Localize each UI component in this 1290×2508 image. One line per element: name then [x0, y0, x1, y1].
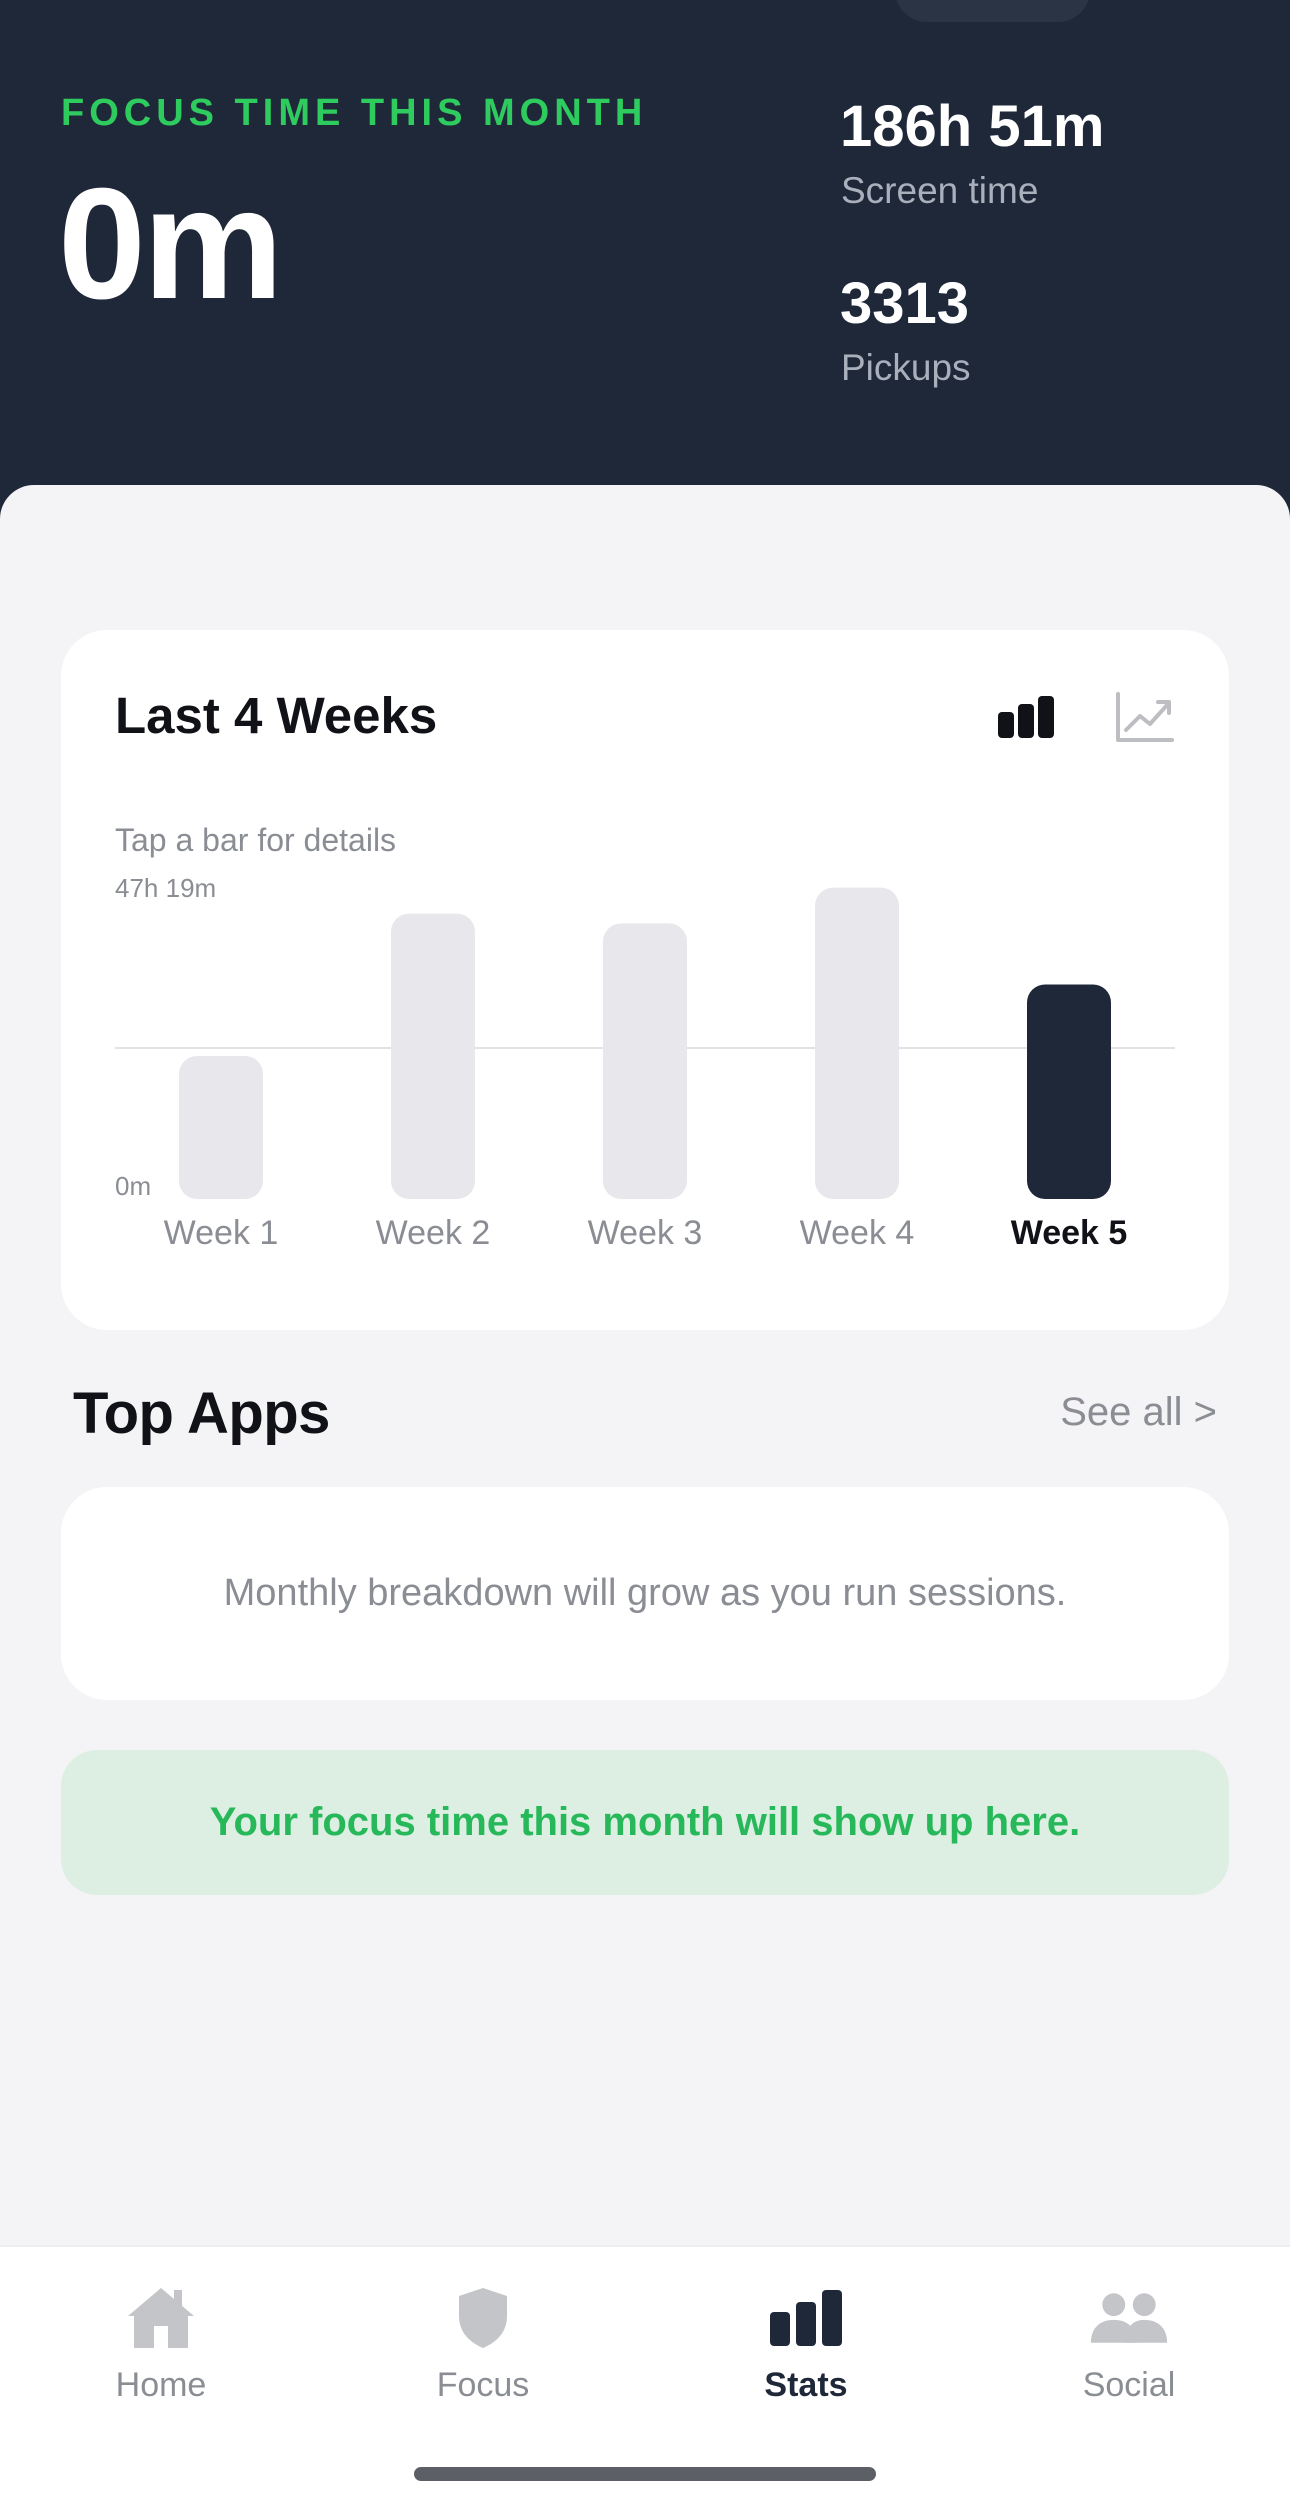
- home-icon: [121, 2282, 201, 2354]
- chart-bar-week-3[interactable]: [603, 923, 687, 1199]
- x-axis-label-week-5: Week 5: [1011, 1214, 1128, 1252]
- pickups-value: 3313: [840, 271, 970, 336]
- tab-home-label: Home: [115, 2366, 207, 2404]
- tab-focus-label: Focus: [436, 2366, 530, 2404]
- top-apps-empty-message: Monthly breakdown will grow as you run s…: [223, 1572, 1067, 1614]
- home-indicator: [414, 2467, 876, 2481]
- tab-social[interactable]: Social: [1009, 2282, 1249, 2412]
- stats-icon: [766, 2282, 846, 2354]
- people-icon: [1089, 2282, 1169, 2354]
- x-axis-label-week-4: Week 4: [800, 1214, 915, 1252]
- shield-icon: [443, 2282, 523, 2354]
- chart-bar-week-1[interactable]: [179, 1056, 263, 1199]
- focus-time-label: FOCUS TIME THIS MONTH: [61, 92, 648, 134]
- pickups-label: Pickups: [841, 347, 971, 388]
- chart-bar-week-4[interactable]: [815, 887, 899, 1199]
- focus-info-banner: Your focus time this month will show up …: [61, 1750, 1229, 1895]
- chart-bar-week-5[interactable]: [1027, 984, 1111, 1199]
- top-apps-card: Monthly breakdown will grow as you run s…: [61, 1487, 1229, 1700]
- focus-time-value: 0m: [58, 156, 283, 332]
- tab-social-label: Social: [1082, 2366, 1176, 2404]
- weekly-bar-chart: Week 1 Week 2 Week 3 Week 4 Week 5: [115, 887, 1175, 1252]
- tab-stats[interactable]: Stats: [686, 2282, 926, 2412]
- screen-time-label: Screen time: [841, 170, 1039, 211]
- tab-home[interactable]: Home: [41, 2282, 281, 2412]
- top-apps-title: Top Apps: [73, 1381, 330, 1446]
- x-axis-label-week-2: Week 2: [376, 1214, 491, 1252]
- screen-time-value: 186h 51m: [840, 94, 1105, 159]
- weekly-chart-card: Last 4 Weeks Tap a bar for details 47h 1…: [61, 630, 1229, 1330]
- tab-focus[interactable]: Focus: [363, 2282, 603, 2412]
- see-all-link[interactable]: See all >: [1060, 1390, 1217, 1435]
- tab-stats-label: Stats: [764, 2366, 848, 2404]
- drag-handle: [895, 0, 1090, 22]
- focus-info-message: Your focus time this month will show up …: [209, 1800, 1081, 1844]
- chart-bar-week-2[interactable]: [391, 913, 475, 1199]
- x-axis-label-week-1: Week 1: [164, 1214, 279, 1252]
- x-axis-label-week-3: Week 3: [588, 1214, 703, 1252]
- stats-header: FOCUS TIME THIS MONTH 0m 186h 51m Screen…: [0, 0, 1290, 520]
